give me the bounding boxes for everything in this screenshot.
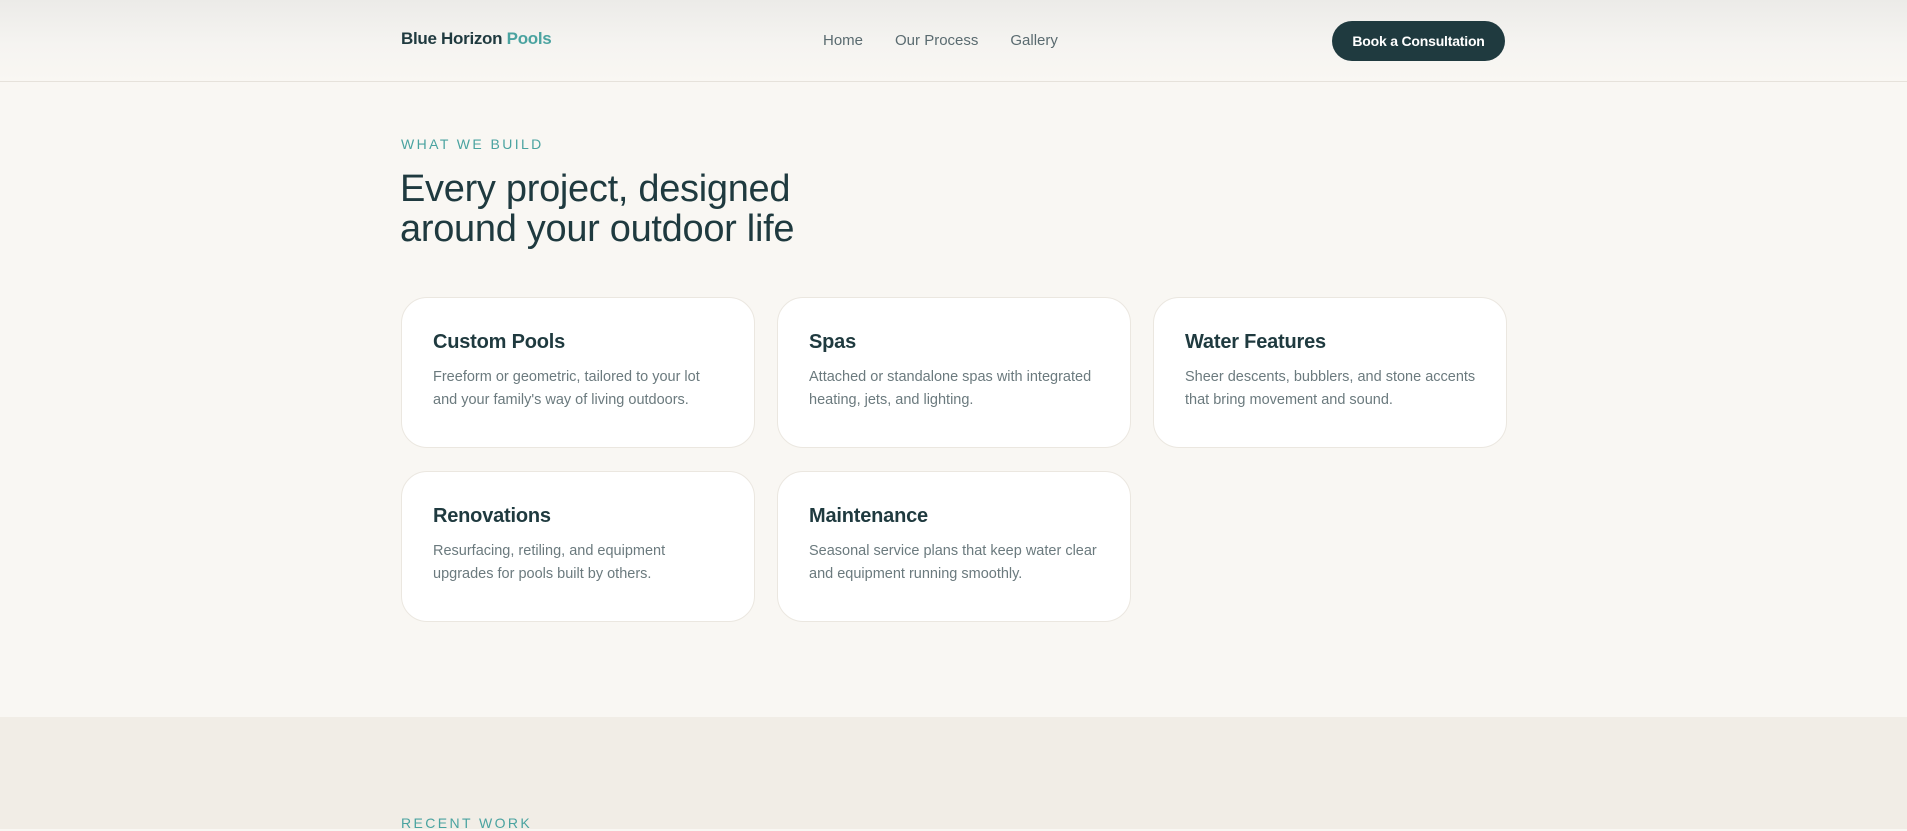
recent-work-section xyxy=(0,717,1907,829)
card-description: Freeform or geometric, tailored to your … xyxy=(433,369,700,408)
service-card-custom-pools[interactable]: Custom Pools Freeform or geometric, tail… xyxy=(401,297,755,448)
card-title: Water Features xyxy=(1185,331,1326,353)
main-nav: Home Our Process Gallery xyxy=(823,32,1058,49)
card-title: Custom Pools xyxy=(433,331,566,353)
service-card-water-features[interactable]: Water Features Sheer descents, bubblers,… xyxy=(1153,297,1507,448)
card-description: Resurfacing, retiling, and equipment upg… xyxy=(433,543,666,582)
brand-name: Blue Horizon xyxy=(401,29,503,48)
brand-logo[interactable]: Blue Horizon Pools xyxy=(401,29,552,49)
card-title: Renovations xyxy=(433,505,551,527)
service-card-renovations[interactable]: Renovations Resurfacing, retiling, and e… xyxy=(401,471,755,622)
service-card-spas[interactable]: Spas Attached or standalone spas with in… xyxy=(777,297,1131,448)
book-consultation-button[interactable]: Book a Consultation xyxy=(1332,21,1505,61)
card-description: Seasonal service plans that keep water c… xyxy=(809,543,1097,582)
section-eyebrow: WHAT WE BUILD xyxy=(401,136,544,152)
nav-link-gallery[interactable]: Gallery xyxy=(1010,32,1058,49)
service-card-maintenance[interactable]: Maintenance Seasonal service plans that … xyxy=(777,471,1131,622)
brand-accent: Pools xyxy=(506,29,552,48)
card-description: Sheer descents, bubblers, and stone acce… xyxy=(1185,369,1476,408)
card-title: Maintenance xyxy=(809,505,928,527)
section-title: Every project, designed around your outd… xyxy=(400,168,795,250)
site-header: Blue Horizon Pools Home Our Process Gall… xyxy=(0,0,1907,82)
nav-link-home[interactable]: Home xyxy=(823,32,863,49)
card-description: Attached or standalone spas with integra… xyxy=(809,369,1092,408)
nav-link-our-process[interactable]: Our Process xyxy=(895,32,978,49)
card-title: Spas xyxy=(809,331,857,353)
